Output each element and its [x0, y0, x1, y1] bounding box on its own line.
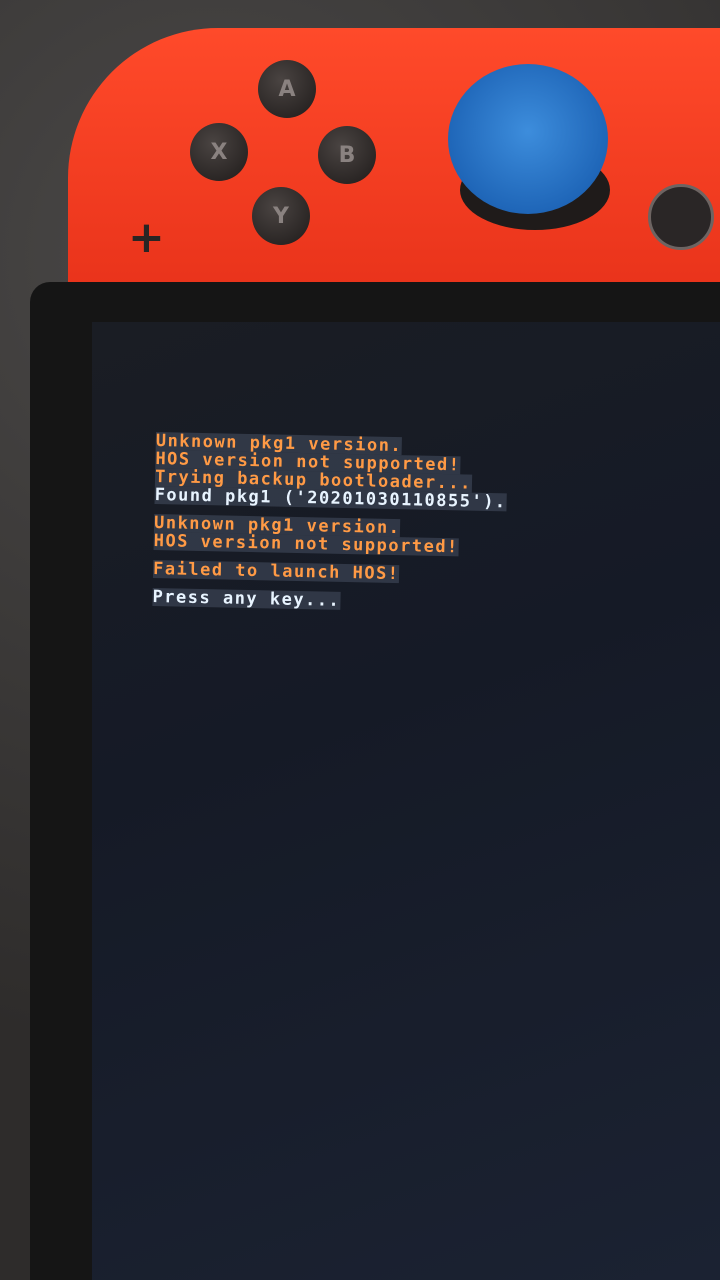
press-any-key-prompt: Press any key...: [152, 586, 341, 611]
thumbstick[interactable]: [448, 64, 608, 214]
red-joycon: [68, 28, 720, 303]
console-log: Unknown pkg1 version. HOS version not su…: [152, 431, 508, 613]
x-button[interactable]: X: [190, 123, 248, 181]
log-line: Failed to launch HOS!: [152, 558, 400, 585]
b-button[interactable]: B: [318, 126, 376, 184]
a-button[interactable]: A: [258, 60, 316, 118]
plus-button[interactable]: +: [128, 212, 165, 263]
y-button[interactable]: Y: [252, 187, 310, 245]
home-button[interactable]: [648, 184, 714, 250]
